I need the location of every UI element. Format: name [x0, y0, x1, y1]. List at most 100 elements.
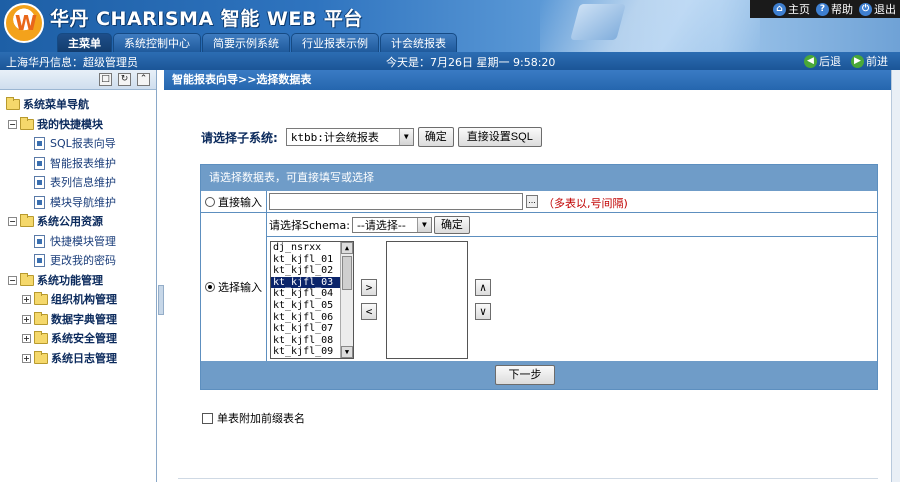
tree-group-public-resources[interactable]: − 系统公用资源: [0, 212, 156, 232]
page-icon: [34, 234, 45, 248]
page-scrollbar[interactable]: [891, 70, 900, 482]
direct-input-radio[interactable]: [205, 197, 215, 207]
expand-icon[interactable]: +: [22, 334, 31, 343]
folder-icon: [34, 331, 48, 344]
tree-group-system-functions[interactable]: − 系统功能管理: [0, 271, 156, 291]
current-user: 上海华丹信息：超级管理员: [6, 56, 138, 69]
tree-item-module-nav[interactable]: 模块导航维护: [0, 193, 156, 213]
browse-button[interactable]: ...: [526, 195, 538, 208]
brand-title: 华丹 CHARISMA 智能 WEB 平台: [50, 8, 363, 30]
prefix-checkbox[interactable]: [202, 412, 213, 424]
tree-item-data-dictionary[interactable]: + 数据字典管理: [0, 310, 156, 330]
prefix-option[interactable]: 单表附加前缀表名: [202, 410, 305, 426]
sidebar-toolbar: □ ↻ ⌃: [0, 70, 156, 90]
collapse-icon[interactable]: −: [8, 275, 17, 285]
collapse-icon[interactable]: −: [8, 119, 17, 129]
chevron-down-icon: ▼: [416, 217, 431, 232]
folder-icon: [34, 292, 48, 305]
page-icon: [34, 195, 45, 209]
move-right-button[interactable]: >: [361, 279, 377, 296]
tree-item-change-password[interactable]: 更改我的密码: [0, 251, 156, 271]
select-input-option[interactable]: 选择输入: [201, 213, 267, 361]
exit-link[interactable]: ⏻ 退出: [859, 1, 896, 17]
tree-group-shortcuts[interactable]: − 我的快捷模块: [0, 115, 156, 135]
app-header: W 华丹 CHARISMA 智能 WEB 平台 ⌂ 主页 ? 帮助 ⏻ 退出 主…: [0, 0, 900, 52]
tree-item-table-columns[interactable]: 表列信息维护: [0, 173, 156, 193]
schema-select[interactable]: --请选择-- ▼: [351, 216, 432, 233]
subsystem-select[interactable]: ktbb:计会统报表 ▼: [285, 128, 414, 146]
direct-input-hint: （多表以,号间隔): [543, 197, 628, 210]
table-list-area: dj_nsrxx kt_kjfl_01 kt_kjfl_02 kt_kjfl_0…: [267, 237, 877, 361]
sidebar-collapse-icon[interactable]: ⌃: [137, 73, 150, 86]
back-button[interactable]: ◀ 后退: [804, 53, 841, 69]
sidebar-refresh-icon[interactable]: ↻: [118, 73, 131, 86]
header-keyboard-graphic: [570, 4, 626, 40]
subsystem-label: 请选择子系统:: [201, 130, 278, 145]
folder-icon: [34, 350, 48, 364]
home-link[interactable]: ⌂ 主页: [773, 1, 810, 17]
tree-item-log-mgmt[interactable]: + 系统日志管理: [0, 349, 156, 369]
direct-sql-button[interactable]: 直接设置SQL: [457, 127, 542, 147]
scroll-down-icon[interactable]: ▼: [341, 346, 353, 358]
tree-item-org-mgmt[interactable]: + 组织机构管理: [0, 290, 156, 310]
status-bar: 上海华丹信息：超级管理员 今天是：7月26日 星期一 9:58:20 ◀ 后退 …: [0, 52, 900, 70]
chevron-down-icon: ▼: [398, 129, 413, 145]
panel-footer: 下一步: [201, 361, 877, 389]
folder-open-icon: [20, 272, 34, 286]
folder-open-icon: [6, 97, 20, 110]
folder-open-icon: [20, 116, 34, 130]
prefix-checkbox-label: 单表附加前缀表名: [217, 412, 305, 425]
forward-button[interactable]: ▶ 前进: [851, 53, 888, 69]
expand-icon[interactable]: +: [22, 314, 31, 324]
collapse-icon[interactable]: −: [8, 217, 17, 226]
direct-input-option[interactable]: 直接输入: [201, 191, 267, 213]
subsystem-confirm-button[interactable]: 确定: [417, 127, 454, 147]
select-input-radio[interactable]: [205, 282, 215, 292]
tree-item-security-mgmt[interactable]: + 系统安全管理: [0, 329, 156, 349]
move-left-button[interactable]: <: [361, 303, 377, 320]
scroll-thumb[interactable]: [342, 256, 352, 290]
schema-confirm-button[interactable]: 确定: [433, 215, 470, 234]
tree-item-shortcut-mgmt[interactable]: 快捷模块管理: [0, 232, 156, 252]
selected-tables-list[interactable]: [386, 241, 468, 359]
top-links: ⌂ 主页 ? 帮助 ⏻ 退出: [750, 0, 900, 18]
scroll-up-icon[interactable]: ▲: [341, 242, 353, 254]
page-icon: [34, 156, 45, 170]
page-icon: [34, 254, 45, 267]
back-arrow-icon: ◀: [804, 54, 817, 68]
tree-item-sql-wizard[interactable]: SQL报表向导: [0, 134, 156, 154]
sidebar-restore-icon[interactable]: □: [99, 73, 112, 86]
home-icon: ⌂: [773, 2, 786, 16]
main-tabs: 主菜单 系统控制中心 简要示例系统 行业报表示例 计会统报表: [57, 33, 457, 52]
move-up-button[interactable]: ∧: [475, 279, 491, 296]
tab-industry-reports[interactable]: 行业报表示例: [291, 33, 379, 52]
schema-label: 请选择Schema:: [269, 218, 350, 232]
subsystem-row: 请选择子系统: ktbb:计会统报表 ▼ 确定 直接设置SQL: [201, 127, 542, 147]
expand-icon[interactable]: +: [22, 353, 31, 363]
breadcrumb: 智能报表向导>>选择数据表: [164, 70, 891, 90]
tab-simple-examples[interactable]: 简要示例系统: [202, 33, 290, 52]
expand-icon[interactable]: +: [22, 295, 31, 304]
schema-row: 请选择Schema: --请选择-- ▼ 确定: [267, 213, 877, 237]
move-down-button[interactable]: ∨: [475, 303, 491, 320]
forward-arrow-icon: ▶: [851, 54, 864, 68]
exit-icon: ⏻: [859, 2, 872, 16]
current-date: 今天是：7月26日 星期一 9:58:20: [386, 56, 556, 69]
next-step-button[interactable]: 下一步: [495, 365, 555, 385]
direct-input-row: 直接输入 ... （多表以,号间隔): [201, 191, 877, 213]
select-input-row: 选择输入 请选择Schema: --请选择-- ▼ 确定 dj_nsrxx kt…: [201, 213, 877, 361]
table-name-input[interactable]: [269, 193, 523, 210]
help-icon: ?: [816, 2, 829, 16]
help-link[interactable]: ? 帮助: [816, 1, 853, 17]
tree-item-smart-report[interactable]: 智能报表维护: [0, 154, 156, 174]
available-tables-list[interactable]: dj_nsrxx kt_kjfl_01 kt_kjfl_02 kt_kjfl_0…: [270, 241, 354, 359]
divider: [178, 478, 878, 479]
folder-icon: [34, 311, 48, 325]
list-scrollbar[interactable]: ▲ ▼: [340, 242, 353, 358]
tree-root[interactable]: 系统菜单导航: [0, 95, 156, 115]
history-nav: ◀ 后退 ▶ 前进: [804, 53, 888, 69]
tab-system-control[interactable]: 系统控制中心: [113, 33, 201, 52]
tab-main-menu[interactable]: 主菜单: [57, 33, 112, 52]
tab-accounting-reports[interactable]: 计会统报表: [380, 33, 457, 52]
nav-tree: 系统菜单导航 − 我的快捷模块 SQL报表向导 智能报表维护 表列信息维护 模块…: [0, 90, 156, 368]
